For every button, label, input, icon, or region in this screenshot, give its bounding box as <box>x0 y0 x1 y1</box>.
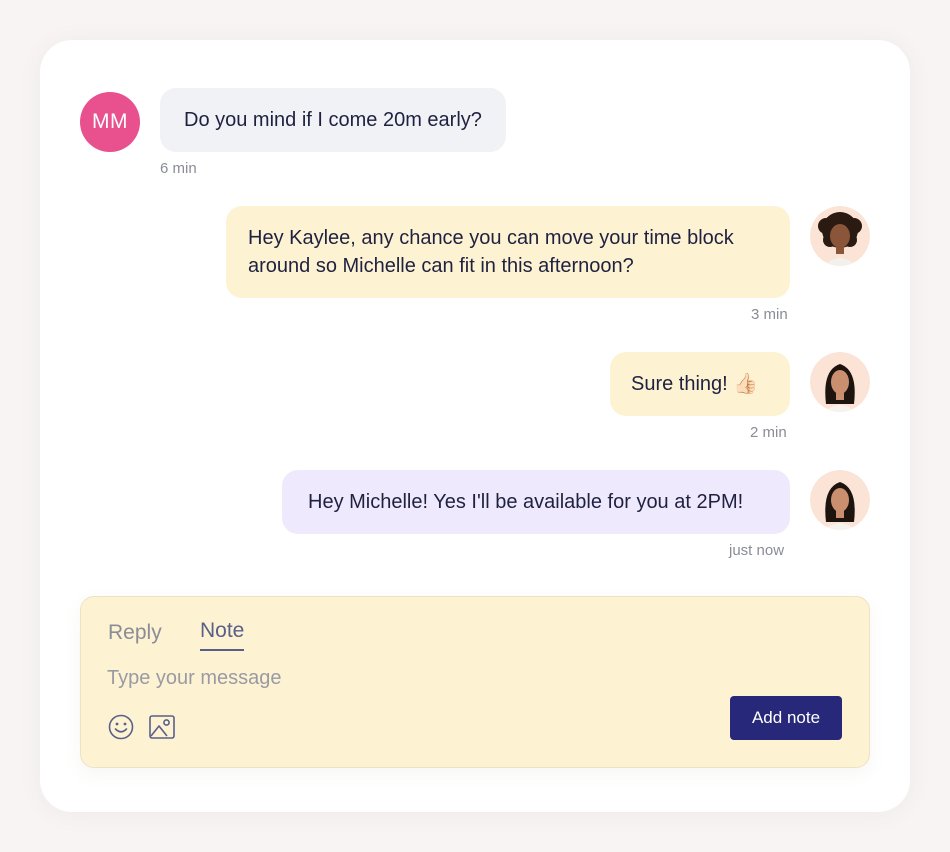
avatar <box>810 470 870 530</box>
message-timestamp: just now <box>729 542 785 559</box>
avatar-initials-text: MM <box>92 110 128 133</box>
message-composer: Reply Note Add note <box>80 596 870 768</box>
add-note-button[interactable]: Add note <box>730 696 842 740</box>
message-text: Do you mind if I come 20m early? <box>184 109 482 131</box>
message-input[interactable] <box>107 663 667 693</box>
message-timestamp: 6 min <box>160 160 197 177</box>
avatar-initials: MM <box>80 92 140 152</box>
message-bubble: Do you mind if I come 20m early? <box>160 88 506 152</box>
avatar <box>810 352 870 412</box>
tab-note[interactable]: Note <box>200 619 245 651</box>
message-bubble: Hey Michelle! Yes I'll be available for … <box>282 470 790 534</box>
thumbs-up-emoji: 👍🏻 <box>733 373 759 395</box>
avatar <box>810 206 870 266</box>
message-timestamp: 2 min <box>750 424 787 441</box>
message-timestamp: 3 min <box>751 306 788 323</box>
avatar-photo-curly <box>810 206 870 266</box>
tab-reply[interactable]: Reply <box>108 621 162 645</box>
smiley-icon[interactable] <box>107 713 135 741</box>
message-bubble: Sure thing! 👍🏻 <box>610 352 790 416</box>
message-bubble: Hey Kaylee, any chance you can move your… <box>226 206 790 298</box>
avatar-photo-longhair <box>810 352 870 412</box>
message-text: Sure thing! <box>631 373 728 395</box>
message-text-line-2: around so Michelle can fit in this after… <box>248 255 634 277</box>
image-icon[interactable] <box>148 713 176 741</box>
message-text: Hey Michelle! Yes I'll be available for … <box>308 491 744 513</box>
avatar-photo-longhair <box>810 470 870 530</box>
message-text-line-1: Hey Kaylee, any chance you can move your… <box>248 227 734 249</box>
chat-card: MM Do you mind if I come 20m early? 6 mi… <box>40 40 910 812</box>
